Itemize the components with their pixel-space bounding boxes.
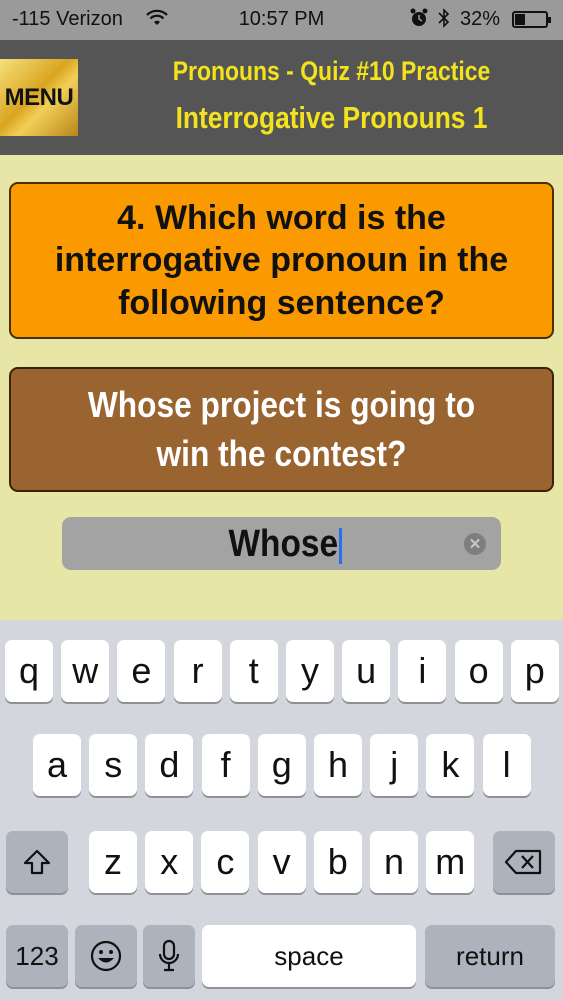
key-c[interactable]: c [201, 831, 250, 893]
status-bar: -115 Verizon 10:57 PM 32% [0, 0, 563, 40]
key-s[interactable]: s [89, 734, 138, 796]
menu-button[interactable]: MENU [0, 59, 78, 136]
key-q[interactable]: q [5, 640, 53, 702]
key-f[interactable]: f [201, 734, 250, 796]
quiz-title: Pronouns - Quiz #10 Practice [172, 56, 491, 86]
backspace-key[interactable] [493, 831, 555, 893]
key-v[interactable]: v [257, 831, 306, 893]
numbers-key[interactable]: 123 [6, 925, 68, 987]
key-n[interactable]: n [370, 831, 418, 893]
key-o[interactable]: o [454, 640, 503, 702]
key-u[interactable]: u [342, 640, 391, 702]
key-h[interactable]: h [314, 734, 362, 796]
battery-fill [515, 14, 525, 25]
answer-value: Whose [228, 523, 338, 565]
battery-icon [512, 11, 551, 28]
key-j[interactable]: j [370, 734, 419, 796]
key-a[interactable]: a [33, 734, 81, 796]
backspace-icon [504, 849, 542, 875]
bluetooth-icon [436, 7, 452, 35]
sentence-text: Whose project is going to win the contes… [87, 383, 476, 474]
clear-input-icon[interactable]: ✕ [464, 533, 486, 555]
key-r[interactable]: r [173, 640, 222, 702]
question-card: 4. Which word is the interrogative prono… [9, 182, 554, 339]
key-e[interactable]: e [117, 640, 166, 702]
key-i[interactable]: i [398, 640, 447, 702]
key-y[interactable]: y [286, 640, 334, 702]
battery-percent: 32% [460, 8, 501, 30]
emoji-key[interactable] [75, 925, 137, 987]
keyboard: qwertyuiop asdfghjkl zxcvbnm 123 space r… [0, 620, 563, 1000]
key-d[interactable]: d [145, 734, 194, 796]
key-l[interactable]: l [482, 734, 531, 796]
key-z[interactable]: z [89, 831, 137, 893]
shift-icon [23, 849, 51, 875]
question-text: 4. Which word is the interrogative prono… [54, 198, 509, 322]
emoji-icon [90, 940, 122, 972]
key-x[interactable]: x [145, 831, 194, 893]
space-key[interactable]: space [202, 925, 416, 987]
shift-key[interactable] [6, 831, 68, 893]
app-header: MENU Pronouns - Quiz #10 Practice Interr… [0, 40, 563, 155]
key-b[interactable]: b [313, 831, 362, 893]
microphone-icon [158, 939, 180, 972]
sentence-card: Whose project is going to win the contes… [9, 367, 554, 492]
dictation-key[interactable] [143, 925, 195, 987]
return-key[interactable]: return [425, 925, 555, 987]
key-m[interactable]: m [426, 831, 475, 893]
key-k[interactable]: k [426, 734, 475, 796]
answer-input[interactable]: Whose [62, 517, 501, 570]
key-g[interactable]: g [257, 734, 306, 796]
answer-value-wrap: Whose [62, 523, 501, 566]
key-w[interactable]: w [61, 640, 110, 702]
key-p[interactable]: p [510, 640, 559, 702]
key-t[interactable]: t [229, 640, 278, 702]
quiz-subtitle: Interrogative Pronouns 1 [175, 100, 488, 135]
text-caret [339, 527, 343, 564]
alarm-icon [408, 7, 430, 35]
